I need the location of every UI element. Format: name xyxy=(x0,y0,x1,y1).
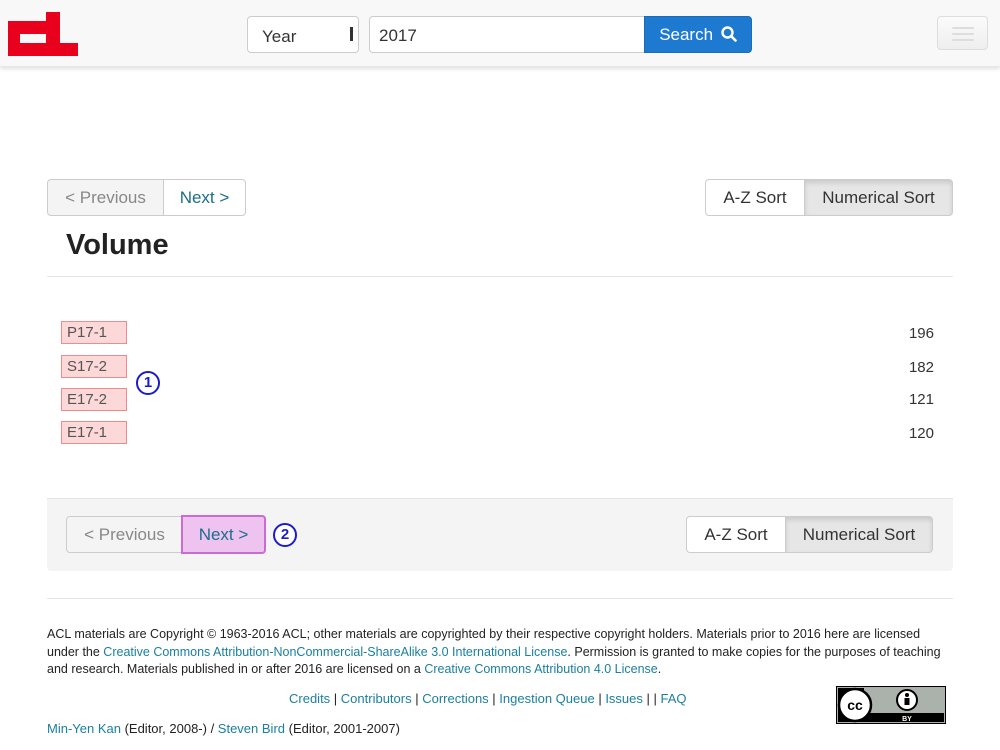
credits-link[interactable]: Credits xyxy=(289,691,330,706)
search-button-label: Search xyxy=(659,25,714,44)
editors-line: Min-Yen Kan (Editor, 2008-) / Steven Bir… xyxy=(47,721,400,736)
faq-link[interactable]: FAQ xyxy=(660,691,686,706)
numerical-sort-button-bottom[interactable]: Numerical Sort xyxy=(785,516,933,553)
editor-role: (Editor, 2008-) / xyxy=(120,721,218,736)
divider xyxy=(47,276,953,277)
next-button-bottom[interactable]: Next > xyxy=(181,515,266,554)
corrections-link[interactable]: Corrections xyxy=(422,691,488,706)
separator: | xyxy=(488,691,500,706)
year-select[interactable]: Year xyxy=(247,16,359,53)
previous-button-top[interactable]: < Previous xyxy=(47,179,164,216)
volume-count: 121 xyxy=(908,391,934,408)
previous-button-bottom[interactable]: < Previous xyxy=(66,516,183,553)
copyright-text: . xyxy=(657,662,662,676)
contributors-link[interactable]: Contributors xyxy=(341,691,412,706)
acl-logo[interactable] xyxy=(8,12,78,56)
issues-link[interactable]: Issues xyxy=(605,691,643,706)
separator: | xyxy=(594,691,606,706)
footer-links: Credits | Contributors | Corrections | I… xyxy=(289,691,687,706)
editor-link-steven-bird[interactable]: Steven Bird xyxy=(218,721,285,736)
editor-role: (Editor, 2001-2007) xyxy=(285,721,400,736)
creative-commons-by-badge[interactable]: cc BY xyxy=(836,686,946,724)
page-title: Volume xyxy=(66,229,169,261)
by-text: BY xyxy=(902,716,912,723)
editor-link-min-yen-kan[interactable]: Min-Yen Kan xyxy=(47,721,121,736)
hamburger-icon-bar xyxy=(952,39,974,41)
hamburger-icon xyxy=(952,27,974,29)
hamburger-icon-bar xyxy=(952,33,974,35)
next-button-top[interactable]: Next > xyxy=(163,179,246,216)
ingestion-queue-link[interactable]: Ingestion Queue xyxy=(499,691,594,706)
select-arrow-icon xyxy=(350,27,353,41)
copyright-notice: ACL materials are Copyright © 1963-2016 … xyxy=(47,626,953,679)
volume-count: 182 xyxy=(908,359,934,376)
footer-divider xyxy=(47,598,953,599)
hamburger-menu-button[interactable] xyxy=(937,16,988,50)
separator: | xyxy=(411,691,423,706)
search-input[interactable]: 2017 xyxy=(369,16,645,53)
az-sort-button-top[interactable]: A-Z Sort xyxy=(705,179,805,216)
volume-link-p17-1[interactable]: P17-1 xyxy=(61,321,127,344)
search-button[interactable]: Search xyxy=(644,16,752,53)
year-select-value: Year xyxy=(262,27,297,46)
numerical-sort-button-top[interactable]: Numerical Sort xyxy=(804,179,953,216)
cc-by-license-link[interactable]: Creative Commons Attribution 4.0 License xyxy=(424,662,657,676)
volume-count: 196 xyxy=(908,325,934,342)
cc-by-nc-sa-license-link[interactable]: Creative Commons Attribution-NonCommerci… xyxy=(103,645,567,659)
volume-link-e17-1[interactable]: E17-1 xyxy=(61,421,127,444)
volume-link-e17-2[interactable]: E17-2 xyxy=(61,388,127,411)
top-navbar: Year 2017 Search xyxy=(0,0,1000,67)
volume-link-s17-2[interactable]: S17-2 xyxy=(61,355,127,378)
separator: | | xyxy=(642,691,661,706)
separator: | xyxy=(330,691,341,706)
search-icon xyxy=(721,26,737,42)
cc-text: cc xyxy=(847,697,863,713)
search-input-value: 2017 xyxy=(379,26,417,45)
volume-count: 120 xyxy=(908,425,934,442)
annotation-marker-2: 2 xyxy=(273,523,297,547)
annotation-marker-1: 1 xyxy=(136,371,160,395)
az-sort-button-bottom[interactable]: A-Z Sort xyxy=(686,516,786,553)
